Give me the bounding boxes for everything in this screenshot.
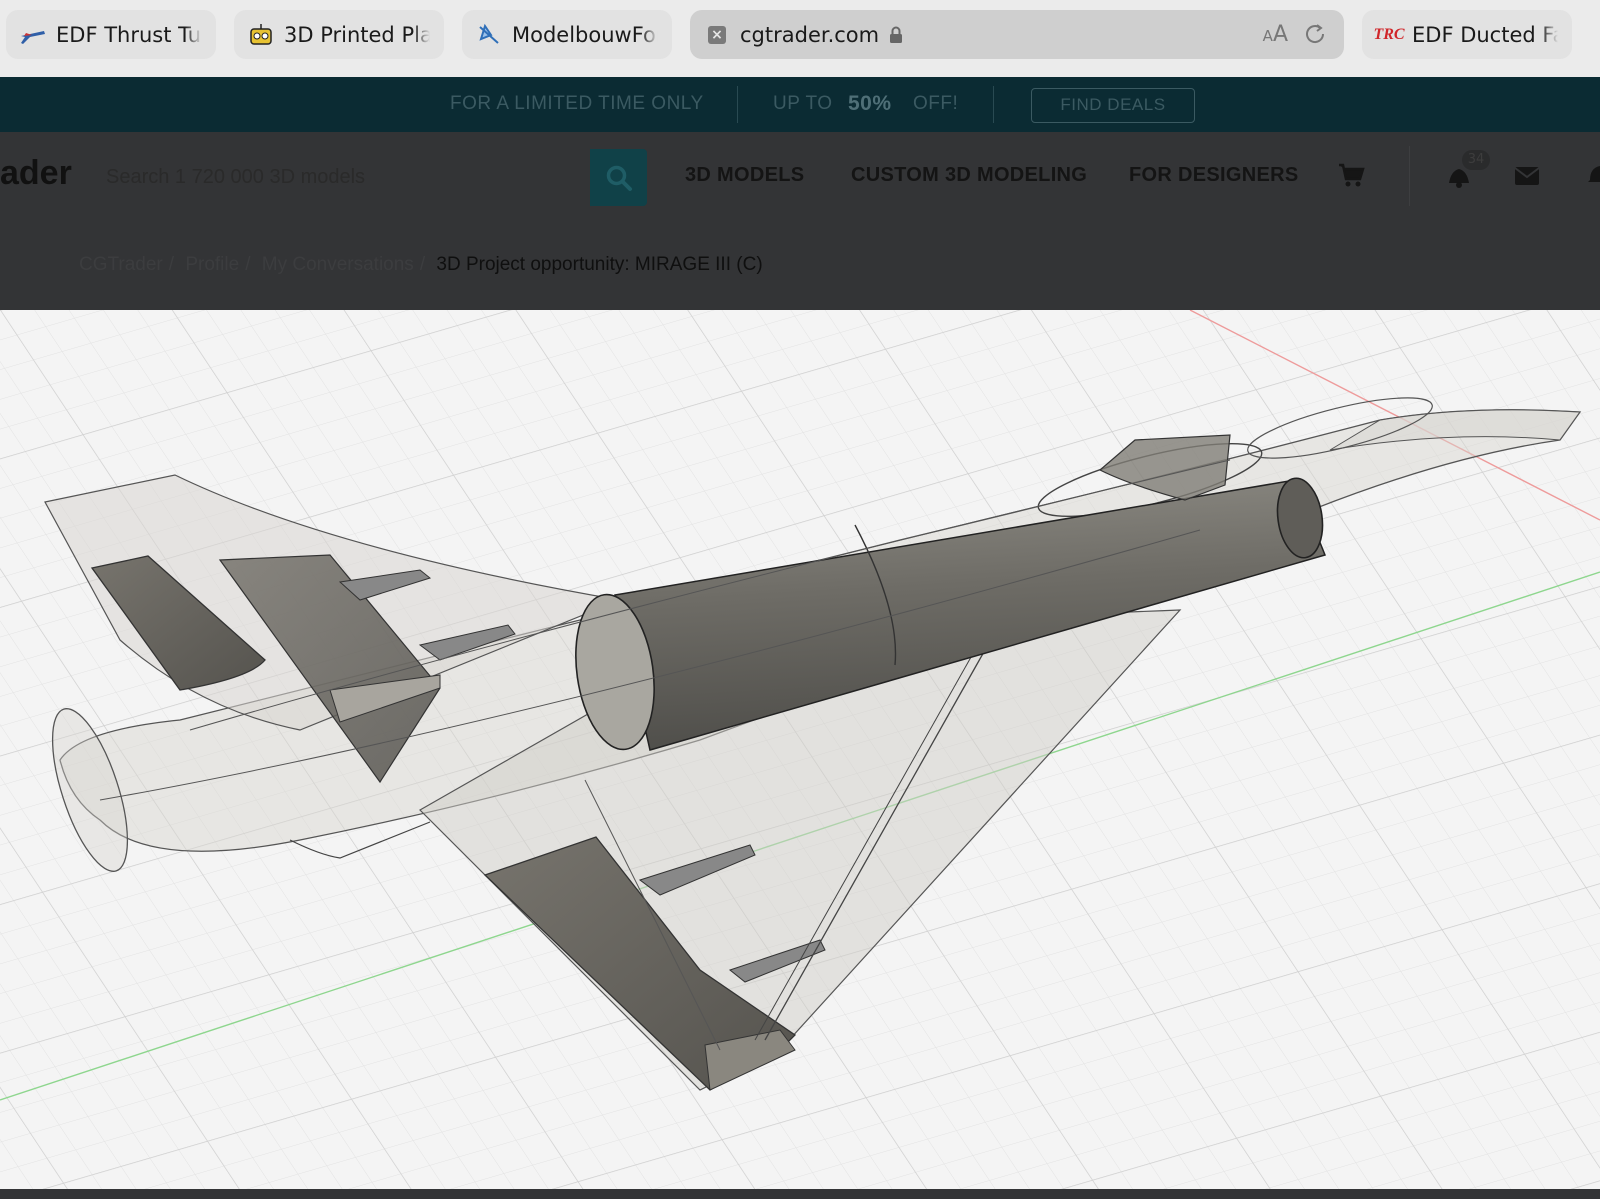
tab-label: 3D Printed Plane (284, 22, 430, 47)
lock-icon (889, 26, 903, 44)
breadcrumb-my-conversations[interactable]: My Conversations (262, 254, 414, 275)
breadcrumb-profile[interactable]: Profile (185, 254, 239, 275)
model-plane-icon (476, 22, 502, 48)
site-logo[interactable]: ader (0, 154, 72, 193)
nav-custom-3d-modeling[interactable]: CUSTOM 3D MODELING (851, 164, 1087, 187)
tab-3d-printed-plane[interactable]: 3D Printed Plane (234, 10, 444, 59)
reload-icon[interactable] (1302, 21, 1328, 47)
promo-off-text: OFF! (913, 93, 959, 114)
text-size-button[interactable]: AA (1263, 22, 1288, 47)
tab-edf-ducted-fan[interactable]: TRC EDF Ducted Fan (1362, 10, 1572, 59)
jet-icon (20, 22, 46, 48)
breadcrumb-separator: / (168, 254, 175, 275)
search-button[interactable] (590, 149, 647, 206)
cart-icon[interactable] (1337, 161, 1365, 193)
nav-for-designers[interactable]: FOR DESIGNERS (1129, 164, 1298, 187)
tab-label: ModelbouwForum (512, 22, 658, 47)
tab-cgtrader-active[interactable]: × cgtrader.com AA (690, 10, 1344, 59)
site-header: ader 3D MODELS CUSTOM 3D MODELING FOR DE… (0, 132, 1600, 222)
browser-tab-bar: EDF Thrust Tube 3D Printed Plane Modelbo… (0, 0, 1600, 77)
notification-count-badge: 34 (1462, 150, 1490, 170)
bottom-bar (0, 1189, 1600, 1199)
bell-icon[interactable] (1588, 162, 1600, 192)
divider (993, 86, 994, 123)
breadcrumb-separator: / (419, 254, 426, 275)
tab-modelbouwforum[interactable]: ModelbouwForum (462, 10, 672, 59)
nav-3d-models[interactable]: 3D MODELS (685, 164, 804, 187)
promo-percent: 50% (848, 92, 892, 115)
promo-limited-text: FOR A LIMITED TIME ONLY (450, 93, 704, 114)
mail-icon[interactable] (1514, 166, 1540, 190)
promo-upto-text: UP TO (773, 93, 833, 114)
tab-label: EDF Ducted Fan (1412, 22, 1558, 47)
trc-logo: TRC (1373, 25, 1405, 43)
breadcrumb: CGTrader / Profile / My Conversations/ 3D … (79, 254, 763, 276)
breadcrumb-bar: CGTrader / Profile / My Conversations/ 3D … (0, 222, 1600, 310)
find-deals-button[interactable]: FIND DEALS (1031, 88, 1195, 123)
breadcrumb-separator: / (245, 254, 251, 275)
3d-model-viewport[interactable] (0, 310, 1600, 1189)
tab-edf-thrust-tube[interactable]: EDF Thrust Tube (6, 10, 216, 59)
breadcrumb-current: 3D Project opportunity: MIRAGE III (C) (436, 254, 763, 275)
divider (737, 86, 738, 123)
model-render (0, 310, 1600, 1189)
search-input[interactable] (94, 149, 590, 206)
tab-label: EDF Thrust Tube (56, 22, 202, 47)
search-icon (605, 164, 633, 192)
address-url[interactable]: cgtrader.com (740, 23, 879, 47)
promo-banner: FOR A LIMITED TIME ONLY UP TO 50% OFF! F… (0, 77, 1600, 132)
rc-transmitter-icon (248, 22, 274, 48)
divider (1409, 146, 1410, 206)
breadcrumb-cgtrader[interactable]: CGTrader (79, 254, 163, 275)
close-icon[interactable]: × (704, 22, 730, 48)
